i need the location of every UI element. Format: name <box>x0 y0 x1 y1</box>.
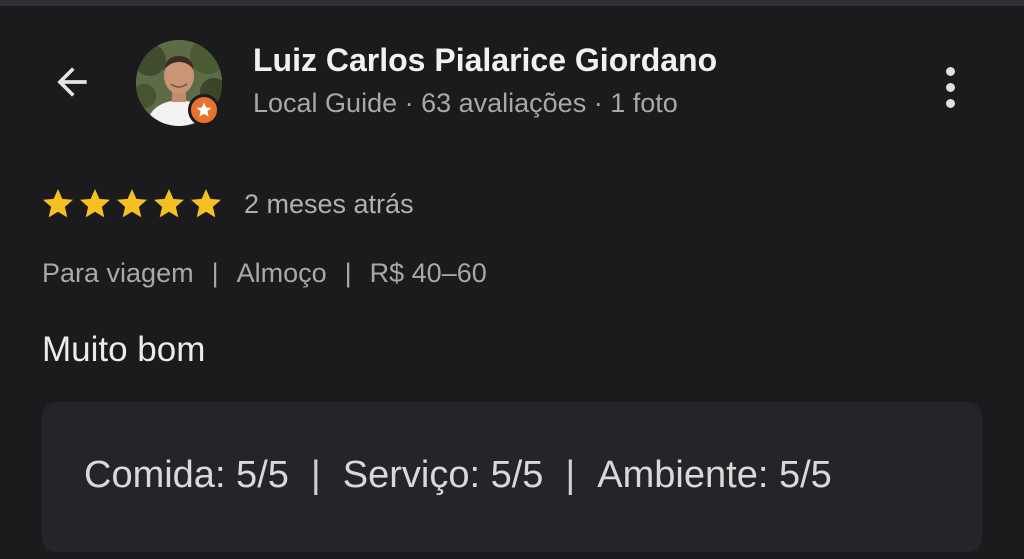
tag-meal-type: Almoço <box>236 258 327 288</box>
reviewer-name[interactable]: Luiz Carlos Pialarice Giordano <box>253 42 717 79</box>
reviewer-meta: Local Guide · 63 avaliações · 1 foto <box>253 88 678 118</box>
more-vert-icon-dot <box>945 82 955 92</box>
arrow-left-icon <box>57 67 87 97</box>
score-service: Serviço: 5/5 <box>342 454 544 496</box>
more-vert-icon-dot <box>945 98 955 108</box>
review-tags: Para viagem | Almoço | R$ 40–60 <box>42 258 487 289</box>
avatar-button[interactable] <box>136 40 222 126</box>
star-icon <box>117 189 147 218</box>
back-button[interactable] <box>44 56 100 108</box>
review-header: Luiz Carlos Pialarice Giordano Local Gui… <box>0 6 1024 156</box>
tag-separator: | <box>211 258 219 288</box>
score-separator: | <box>310 454 321 496</box>
star-icon <box>80 189 110 218</box>
star-rating <box>40 186 224 222</box>
star-icon <box>43 189 73 218</box>
tag-separator: | <box>344 258 352 288</box>
review-time: 2 meses atrás <box>244 188 414 219</box>
star-icon <box>154 189 184 218</box>
more-options-button[interactable] <box>930 58 970 116</box>
star-icon <box>191 189 221 218</box>
scores-card: Comida: 5/5 | Serviço: 5/5 | Ambiente: 5… <box>42 402 982 552</box>
more-vert-icon <box>945 66 955 76</box>
rating-row: 2 meses atrás <box>40 186 414 222</box>
tag-service-type: Para viagem <box>42 258 194 288</box>
scores-line: Comida: 5/5 | Serviço: 5/5 | Ambiente: 5… <box>84 454 832 497</box>
score-separator: | <box>565 454 576 496</box>
score-ambience: Ambiente: 5/5 <box>597 454 832 496</box>
review-text: Muito bom <box>42 330 206 369</box>
local-guide-star-icon <box>196 102 212 117</box>
score-food: Comida: 5/5 <box>84 454 289 496</box>
tag-price-range: R$ 40–60 <box>369 258 487 288</box>
local-guide-badge <box>188 94 220 126</box>
